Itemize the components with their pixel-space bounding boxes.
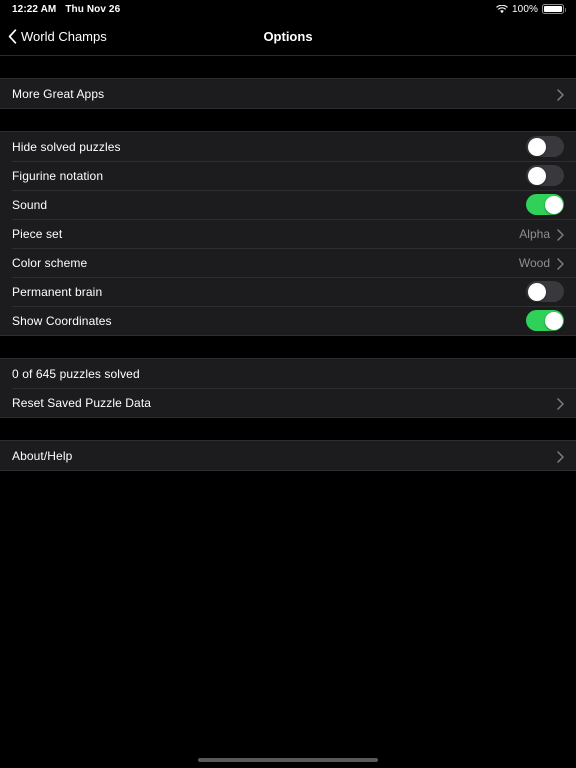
row-label: Permanent brain bbox=[12, 284, 103, 299]
row-accessory bbox=[526, 165, 564, 186]
status-bar-right: 100% bbox=[496, 3, 566, 15]
toggle-sound[interactable] bbox=[526, 194, 564, 215]
color-scheme-value: Wood bbox=[518, 255, 550, 270]
options-screen: 12:22 AM Thu Nov 26 100% World Champs Op… bbox=[0, 0, 576, 768]
chevron-right-icon bbox=[557, 397, 564, 410]
spacer-progress bbox=[0, 336, 576, 358]
toggle-figurine-notation[interactable] bbox=[526, 165, 564, 186]
status-time: 12:22 AM bbox=[12, 3, 57, 15]
row-accessory bbox=[526, 136, 564, 157]
status-bar-left: 12:22 AM Thu Nov 26 bbox=[12, 4, 120, 15]
section-settings: Hide solved puzzles Figurine notation So… bbox=[0, 131, 576, 336]
chevron-right-icon bbox=[557, 88, 564, 101]
spacer-settings bbox=[0, 109, 576, 131]
row-label: Hide solved puzzles bbox=[12, 139, 121, 154]
row-accessory bbox=[526, 281, 564, 302]
row-label: Show Coordinates bbox=[12, 313, 112, 328]
piece-set-value: Alpha bbox=[519, 226, 550, 241]
row-label: About/Help bbox=[12, 448, 73, 463]
row-accessory: Alpha bbox=[519, 227, 564, 241]
chevron-right-icon bbox=[557, 450, 564, 463]
chevron-right-icon bbox=[557, 228, 564, 241]
row-show-coordinates[interactable]: Show Coordinates bbox=[0, 306, 576, 335]
row-permanent-brain[interactable]: Permanent brain bbox=[0, 277, 576, 306]
toggle-hide-solved-puzzles[interactable] bbox=[526, 136, 564, 157]
navigation-bar: World Champs Options bbox=[0, 18, 576, 56]
section-apps: More Great Apps bbox=[0, 78, 576, 109]
row-label: Sound bbox=[12, 197, 48, 212]
row-puzzles-solved: 0 of 645 puzzles solved bbox=[0, 359, 576, 388]
back-button[interactable]: World Champs bbox=[0, 29, 107, 44]
row-accessory bbox=[526, 194, 564, 215]
section-progress: 0 of 645 puzzles solved Reset Saved Puzz… bbox=[0, 358, 576, 418]
status-bar: 12:22 AM Thu Nov 26 100% bbox=[0, 0, 576, 18]
row-label: Color scheme bbox=[12, 255, 88, 270]
row-reset-saved-puzzle-data[interactable]: Reset Saved Puzzle Data bbox=[0, 388, 576, 417]
row-hide-solved-puzzles[interactable]: Hide solved puzzles bbox=[0, 132, 576, 161]
toggle-permanent-brain[interactable] bbox=[526, 281, 564, 302]
row-about-help[interactable]: About/Help bbox=[0, 441, 576, 470]
row-accessory bbox=[557, 397, 564, 410]
row-accessory bbox=[557, 88, 564, 101]
wifi-icon bbox=[496, 4, 508, 14]
row-label: More Great Apps bbox=[12, 86, 105, 101]
spacer-top bbox=[0, 56, 576, 78]
chevron-left-icon bbox=[8, 29, 17, 44]
row-accessory: Wood bbox=[519, 256, 564, 270]
battery-full-icon bbox=[542, 4, 566, 14]
row-figurine-notation[interactable]: Figurine notation bbox=[0, 161, 576, 190]
row-label: Piece set bbox=[12, 226, 63, 241]
chevron-right-icon bbox=[557, 257, 564, 270]
row-accessory bbox=[526, 310, 564, 331]
row-accessory bbox=[557, 450, 564, 463]
section-about: About/Help bbox=[0, 440, 576, 471]
puzzles-solved-label: 0 of 645 puzzles solved bbox=[12, 366, 140, 381]
toggle-show-coordinates[interactable] bbox=[526, 310, 564, 331]
spacer-about bbox=[0, 418, 576, 440]
battery-percent: 100% bbox=[512, 3, 538, 15]
home-indicator bbox=[198, 758, 378, 762]
row-color-scheme[interactable]: Color scheme Wood bbox=[0, 248, 576, 277]
row-label: Reset Saved Puzzle Data bbox=[12, 395, 152, 410]
row-label: Figurine notation bbox=[12, 168, 104, 183]
status-date: Thu Nov 26 bbox=[65, 3, 121, 15]
row-sound[interactable]: Sound bbox=[0, 190, 576, 219]
row-piece-set[interactable]: Piece set Alpha bbox=[0, 219, 576, 248]
back-button-label: World Champs bbox=[21, 29, 107, 44]
row-more-great-apps[interactable]: More Great Apps bbox=[0, 79, 576, 108]
